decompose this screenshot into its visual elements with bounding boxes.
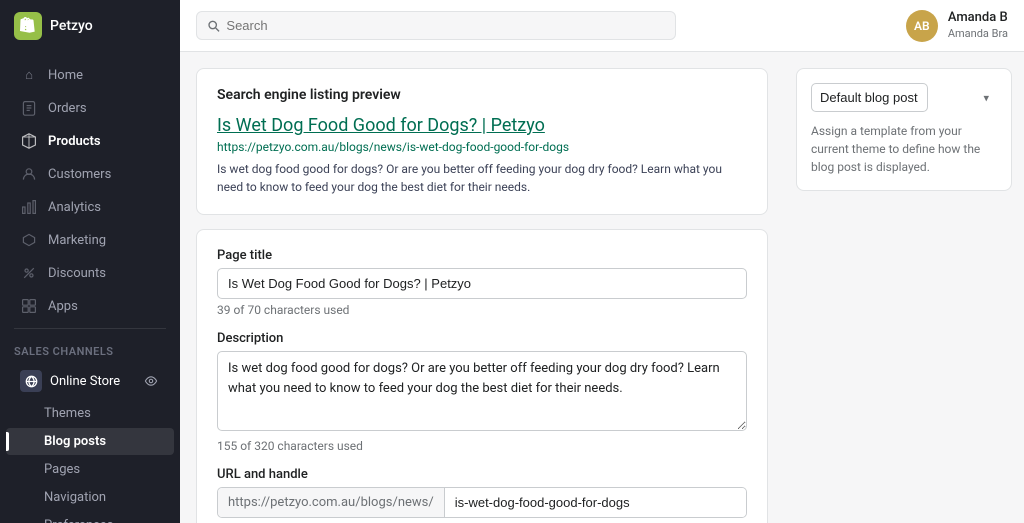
seo-card-title: Search engine listing preview bbox=[217, 87, 747, 103]
seo-page-title[interactable]: Is Wet Dog Food Good for Dogs? | Petzyo bbox=[217, 115, 747, 136]
page-title-label: Page title bbox=[217, 248, 747, 263]
online-store-icon bbox=[20, 370, 42, 392]
sidebar-item-products[interactable]: Products bbox=[6, 125, 174, 157]
sidebar-item-apps-label: Apps bbox=[48, 299, 78, 314]
sidebar-sub-themes[interactable]: Themes bbox=[6, 400, 174, 427]
template-select[interactable]: Default blog post Custom template bbox=[811, 83, 928, 112]
main-content: Search engine listing preview Is Wet Dog… bbox=[180, 52, 784, 523]
description-field: Description 155 of 320 characters used bbox=[217, 331, 747, 453]
sidebar-item-discounts-label: Discounts bbox=[48, 266, 106, 281]
search-bar[interactable] bbox=[196, 11, 676, 40]
sidebar-sub-pages[interactable]: Pages bbox=[6, 456, 174, 483]
products-icon bbox=[20, 132, 38, 150]
user-name: Amanda B bbox=[948, 10, 1008, 27]
customers-icon bbox=[20, 165, 38, 183]
brand-name: Petzyo bbox=[50, 18, 93, 34]
orders-icon bbox=[20, 99, 38, 117]
description-textarea[interactable] bbox=[217, 351, 747, 431]
seo-description-preview: Is wet dog food good for dogs? Or are yo… bbox=[217, 160, 747, 196]
sidebar-sub-navigation[interactable]: Navigation bbox=[6, 484, 174, 511]
preferences-label: Preferences bbox=[44, 518, 113, 523]
search-input[interactable] bbox=[226, 18, 665, 33]
sidebar-item-customers[interactable]: Customers bbox=[6, 158, 174, 190]
analytics-icon bbox=[20, 198, 38, 216]
discounts-icon bbox=[20, 264, 38, 282]
template-select-wrapper: Default blog post Custom template bbox=[811, 83, 997, 112]
content-area: Search engine listing preview Is Wet Dog… bbox=[180, 52, 1024, 523]
sidebar-item-apps[interactable]: Apps bbox=[6, 290, 174, 322]
page-title-char-count: 39 of 70 characters used bbox=[217, 303, 747, 317]
active-indicator bbox=[6, 432, 9, 451]
topbar-right: AB Amanda B Amanda Bra bbox=[906, 10, 1008, 42]
sidebar-nav: ⌂ Home Orders Products Customers Analy bbox=[0, 52, 180, 523]
sidebar-item-analytics-label: Analytics bbox=[48, 200, 101, 215]
marketing-icon bbox=[20, 231, 38, 249]
url-label: URL and handle bbox=[217, 467, 747, 482]
seo-card: Search engine listing preview Is Wet Dog… bbox=[196, 68, 768, 215]
page-title-field: Page title 39 of 70 characters used bbox=[217, 248, 747, 317]
shopify-logo-icon bbox=[14, 12, 42, 40]
sidebar-item-orders-label: Orders bbox=[48, 101, 87, 116]
sidebar-item-customers-label: Customers bbox=[48, 167, 111, 182]
user-info: Amanda B Amanda Bra bbox=[948, 10, 1008, 41]
seo-url-link[interactable]: https://petzyo.com.au/blogs/news/is-wet-… bbox=[217, 140, 747, 154]
sidebar-item-discounts[interactable]: Discounts bbox=[6, 257, 174, 289]
topbar: AB Amanda B Amanda Bra bbox=[180, 0, 1024, 52]
nav-divider bbox=[14, 328, 166, 329]
sidebar-sub-blog-posts[interactable]: Blog posts bbox=[6, 428, 174, 455]
sidebar-item-home[interactable]: ⌂ Home bbox=[6, 59, 174, 91]
home-icon: ⌂ bbox=[20, 66, 38, 84]
description-char-count: 155 of 320 characters used bbox=[217, 439, 747, 453]
url-prefix: https://petzyo.com.au/blogs/news/ bbox=[218, 488, 445, 517]
url-field: URL and handle https://petzyo.com.au/blo… bbox=[217, 467, 747, 518]
eye-icon[interactable] bbox=[142, 372, 160, 390]
blog-posts-label: Blog posts bbox=[44, 434, 106, 449]
themes-label: Themes bbox=[44, 406, 91, 421]
sidebar-item-orders[interactable]: Orders bbox=[6, 92, 174, 124]
online-store-label: Online Store bbox=[50, 374, 120, 389]
apps-icon bbox=[20, 297, 38, 315]
sidebar-item-analytics[interactable]: Analytics bbox=[6, 191, 174, 223]
description-label: Description bbox=[217, 331, 747, 346]
sidebar-item-products-label: Products bbox=[48, 134, 101, 149]
right-panel: Default blog post Custom template Assign… bbox=[784, 52, 1024, 523]
sidebar-sub-preferences[interactable]: Preferences bbox=[6, 512, 174, 523]
form-card: Page title 39 of 70 characters used Desc… bbox=[196, 229, 768, 523]
url-field-row: https://petzyo.com.au/blogs/news/ bbox=[217, 487, 747, 518]
sidebar-header: Petzyo bbox=[0, 0, 180, 52]
avatar: AB bbox=[906, 10, 938, 42]
sidebar: Petzyo ⌂ Home Orders Products Customers bbox=[0, 0, 180, 523]
page-title-input[interactable] bbox=[217, 268, 747, 299]
user-subtitle: Amanda Bra bbox=[948, 27, 1008, 41]
navigation-label: Navigation bbox=[44, 490, 106, 505]
url-handle-input[interactable] bbox=[445, 488, 746, 517]
sidebar-item-home-label: Home bbox=[48, 68, 83, 83]
template-description: Assign a template from your current them… bbox=[811, 122, 997, 176]
template-card: Default blog post Custom template Assign… bbox=[796, 68, 1012, 191]
search-icon bbox=[207, 19, 220, 33]
sidebar-item-marketing[interactable]: Marketing bbox=[6, 224, 174, 256]
main-area: AB Amanda B Amanda Bra Search engine lis… bbox=[180, 0, 1024, 523]
sales-channels-label: SALES CHANNELS bbox=[0, 335, 180, 362]
template-select-row: Default blog post Custom template bbox=[811, 83, 997, 112]
sidebar-item-marketing-label: Marketing bbox=[48, 233, 106, 248]
pages-label: Pages bbox=[44, 462, 80, 477]
sidebar-item-online-store[interactable]: Online Store bbox=[6, 363, 174, 399]
